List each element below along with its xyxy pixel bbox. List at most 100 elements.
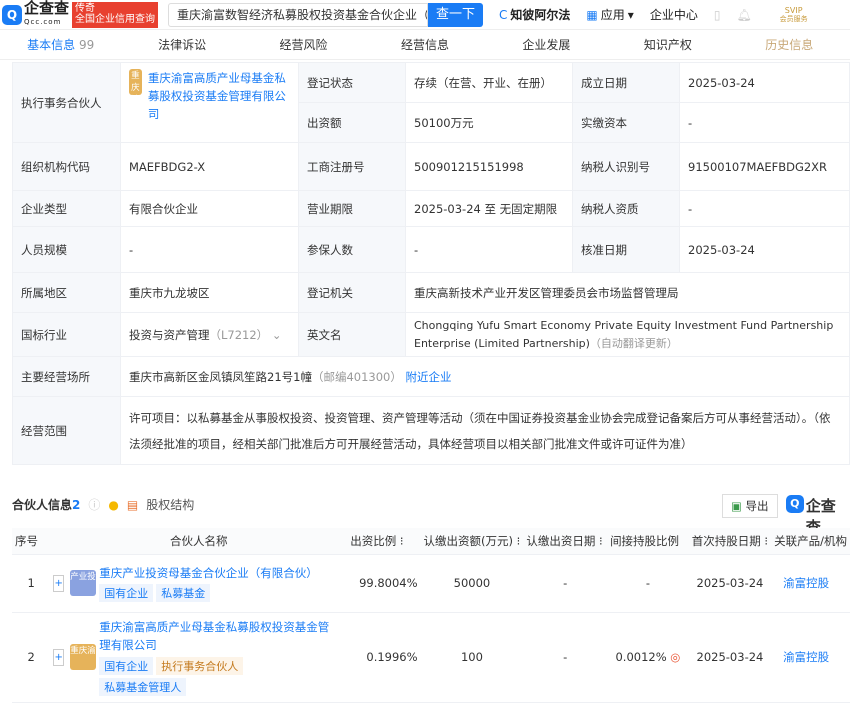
paid-label: 实缴资本 <box>572 102 680 143</box>
status-value: 存续（在营、开业、在册） <box>405 62 573 103</box>
product-link[interactable]: 渝富控股 <box>771 612 850 703</box>
type-value: 有限合伙企业 <box>120 190 299 227</box>
row-name-cell: + 产业投资 重庆产业投资母基金合伙企业（有限合伙） 国有企业 私募基金 <box>50 554 348 613</box>
apps-label: 应用 <box>600 8 625 22</box>
row-no: 1 <box>12 554 51 613</box>
apps-icon: ▦ <box>586 7 598 22</box>
term-label: 营业期限 <box>298 190 406 227</box>
industry-value[interactable]: 投资与资产管理（L7212） ⌄ <box>120 312 299 357</box>
col-ratio[interactable]: 出资比例 ⁝ <box>347 528 421 555</box>
tab-development[interactable]: 企业发展 <box>486 36 607 53</box>
approve-value: 2025-03-24 <box>679 226 850 273</box>
tag: 国有企业 <box>99 657 154 675</box>
postcode: （邮编401300） <box>311 369 402 384</box>
tax-value: 91500107MAEFBDG2XR <box>679 142 850 191</box>
expand-icon[interactable]: + <box>53 574 65 592</box>
term-value: 2025-03-24 至 无固定期限 <box>405 190 573 227</box>
row-no: 2 <box>12 612 51 703</box>
slogan-top: 传奇 <box>75 2 96 14</box>
partner-link[interactable]: 重庆渝富高质产业母基金私募股权投资基金管理有限公司 <box>99 618 339 654</box>
partner-logo: 产业投资 <box>70 570 104 596</box>
partners-count: 2 <box>72 498 81 512</box>
row-amount: 100 <box>420 612 524 703</box>
partner-label: 执行事务合伙人 <box>12 62 121 143</box>
export-icon: ▣ <box>731 499 742 513</box>
tab-ip[interactable]: 知识产权 <box>607 36 728 53</box>
tab-basic-info[interactable]: 基本信息 99 <box>0 36 121 53</box>
phone-icon[interactable]: ▯ <box>714 8 721 22</box>
chevron-down-icon[interactable]: ⌄ <box>272 328 282 342</box>
tab-operation[interactable]: 经营信息 <box>364 36 485 53</box>
col-date[interactable]: 认缴出资日期 ⁝ <box>523 528 608 555</box>
export-label: 导出 <box>745 499 769 513</box>
row-first: 2025-03-24 <box>688 612 772 703</box>
partner-link[interactable]: 重庆渝富高质产业母基金私募股权投资基金管理有限公司 <box>148 69 290 123</box>
row-amount: 50000 <box>420 554 524 613</box>
staff-value: - <box>120 226 299 273</box>
partners-title: 合伙人信息 <box>12 498 73 512</box>
en-label: 英文名 <box>298 312 406 357</box>
top-bar: Q 企查查 Qcc.com 传奇 全国企业信用查询 重庆渝富数智经济私募股权投资基金… <box>0 0 850 30</box>
tax-label: 纳税人识别号 <box>572 142 680 191</box>
row-ratio: 0.1996% <box>347 612 421 703</box>
bell-icon[interactable]: 🔔︎ <box>736 8 751 22</box>
zhibi-icon: C <box>499 7 508 22</box>
zhibi-label: 知彼阿尔法 <box>510 8 571 22</box>
org-value: MAEFBDG2-X <box>120 142 299 191</box>
partner-link[interactable]: 重庆产业投资母基金合伙企业（有限合伙） <box>99 565 318 581</box>
export-button[interactable]: ▣ 导出 <box>722 494 778 518</box>
zhibi-link[interactable]: C 知彼阿尔法 <box>499 6 570 23</box>
col-first[interactable]: 首次持股日期 ⁝ <box>688 528 772 555</box>
en-note[interactable]: （自动翻译更新） <box>590 337 678 350</box>
svip-sub: 会员服务 <box>779 14 808 23</box>
found-value: 2025-03-24 <box>679 62 850 103</box>
qcc-icon: Q <box>786 495 804 513</box>
product-link[interactable]: 渝富控股 <box>771 554 850 613</box>
coin-icon: ● <box>108 497 119 512</box>
col-no: 序号 <box>12 528 51 555</box>
staff-label: 人员规模 <box>12 226 121 273</box>
row-date: - <box>523 554 608 613</box>
col-first-label: 首次持股日期 <box>691 533 761 548</box>
org-label: 组织机构代码 <box>12 142 121 191</box>
authority-label: 登记机关 <box>298 272 406 313</box>
found-label: 成立日期 <box>572 62 680 103</box>
capital-value: 50100万元 <box>405 102 573 143</box>
search-button[interactable]: 查一下 <box>428 2 484 27</box>
partner-logo: 重庆渝富 <box>70 644 104 670</box>
tab-risk[interactable]: 经营风险 <box>243 36 364 53</box>
slogan: 传奇 全国企业信用查询 <box>72 1 159 28</box>
nearby-link[interactable]: 附近企业 <box>406 370 452 384</box>
penetration-icon[interactable]: ◎ <box>670 650 680 664</box>
apps-menu[interactable]: ▦ 应用 ▾ <box>586 6 633 23</box>
table-row: 2 + 重庆渝富 重庆渝富高质产业母基金私募股权投资基金管理有限公司 国有企业 执行事务… <box>12 612 850 703</box>
col-ratio-label: 出资比例 <box>350 533 397 548</box>
row-indirect-cell: 0.0012% ◎ <box>607 612 689 703</box>
col-name: 合伙人名称 <box>50 528 348 555</box>
logo-en: Qcc.com <box>24 17 62 26</box>
table-row: 1 + 产业投资 重庆产业投资母基金合伙企业（有限合伙） 国有企业 私募基金 99.80… <box>12 554 850 613</box>
tab-legal[interactable]: 法律诉讼 <box>121 36 242 53</box>
col-date-label: 认缴出资日期 <box>526 533 596 548</box>
enterprise-center-link[interactable]: 企业中心 <box>650 6 698 23</box>
svip-button[interactable]: SVIP 会员服务 <box>780 6 808 24</box>
en-cell: Chongqing Yufu Smart Economy Private Equ… <box>405 312 850 357</box>
taxq-value: - <box>679 190 850 227</box>
basic-info-table: 执行事务合伙人 重庆渝富 重庆渝富高质产业母基金私募股权投资基金管理有限公司 登记… <box>12 62 850 465</box>
search-input[interactable]: 重庆渝富数智经济私募股权投资基金合伙企业（ <box>168 2 429 27</box>
approve-label: 核准日期 <box>572 226 680 273</box>
region-label: 所属地区 <box>12 272 121 313</box>
tag: 私募基金 <box>156 583 211 602</box>
equity-structure-link[interactable]: 股权结构 <box>146 496 194 513</box>
logo[interactable]: Q 企查查 Qcc.com 传奇 全国企业信用查询 <box>2 0 159 29</box>
col-amount[interactable]: 认缴出资额(万元) ⁝ <box>420 528 524 555</box>
tab-history[interactable]: 历史信息 <box>729 36 850 53</box>
tab-count: 99 <box>78 38 95 52</box>
info-icon[interactable]: ⓘ <box>88 496 100 513</box>
insured-value: - <box>405 226 573 273</box>
slogan-bottom: 全国企业信用查询 <box>75 13 156 25</box>
tag: 国有企业 <box>99 583 154 602</box>
tag: 私募基金管理人 <box>99 678 187 696</box>
paid-value: - <box>679 102 850 143</box>
expand-icon[interactable]: + <box>53 648 65 666</box>
